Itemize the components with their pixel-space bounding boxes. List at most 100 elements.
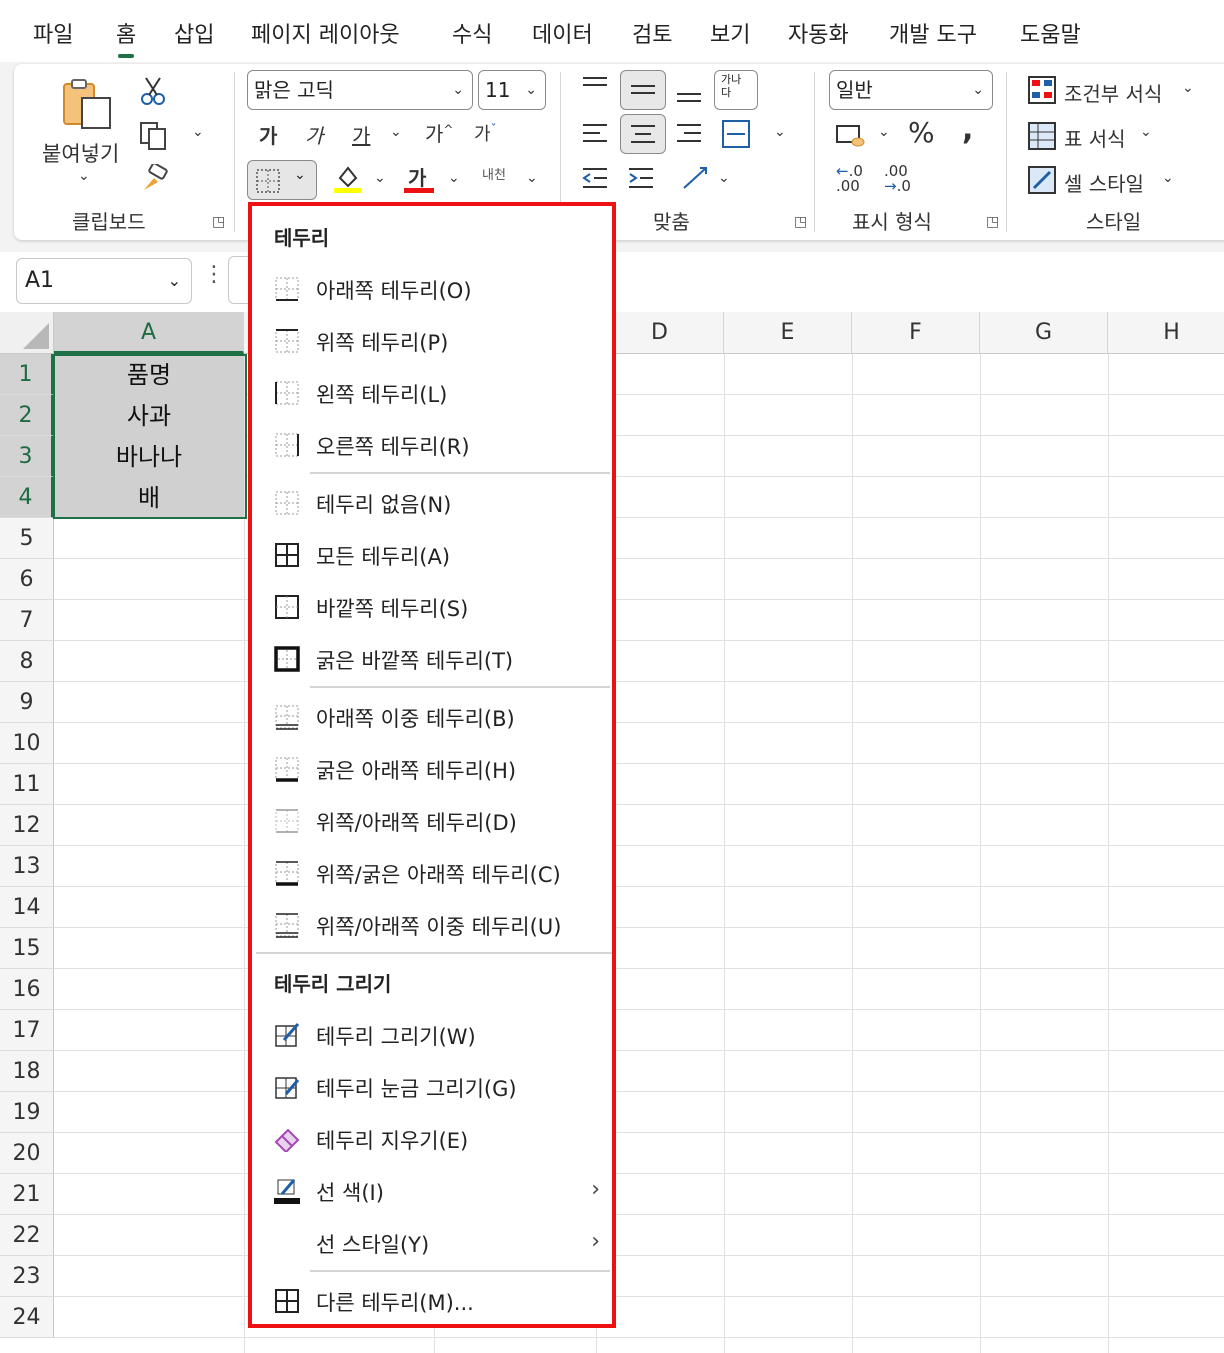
cell-styles-chevron-down-icon[interactable]: ⌄: [1162, 170, 1174, 186]
wrap-text-button[interactable]: 가나다: [714, 70, 758, 110]
underline-chevron-down-icon[interactable]: ⌄: [390, 124, 402, 140]
row-header[interactable]: 18: [0, 1051, 54, 1092]
format-as-table-button[interactable]: 표 서식: [1064, 123, 1126, 152]
column-header-g[interactable]: G: [980, 312, 1108, 354]
phonetic-guide-button[interactable]: 내천: [482, 164, 506, 183]
comma-style-button[interactable]: ,: [962, 112, 973, 147]
font-size-dropdown[interactable]: 11 ⌄: [478, 70, 546, 110]
row-header[interactable]: 5: [0, 518, 54, 559]
row-header[interactable]: 9: [0, 682, 54, 723]
row-header[interactable]: 23: [0, 1256, 54, 1297]
percent-style-button[interactable]: %: [908, 116, 935, 149]
menu-item-all-borders[interactable]: 모든 테두리(A): [252, 532, 612, 580]
cell-styles-icon[interactable]: [1028, 166, 1056, 198]
shrink-font-button[interactable]: 가ˇ: [474, 120, 497, 146]
conditional-formatting-icon[interactable]: [1028, 76, 1056, 108]
align-center-button[interactable]: [620, 114, 666, 154]
table-chevron-down-icon[interactable]: ⌄: [1140, 124, 1152, 140]
bold-button[interactable]: 가: [259, 120, 277, 149]
merge-chevron-down-icon[interactable]: ⌄: [774, 124, 786, 140]
menu-item-top-thick-bottom-border[interactable]: 위쪽/굵은 아래쪽 테두리(C): [252, 850, 612, 898]
font-color-chevron-down-icon[interactable]: ⌄: [448, 170, 460, 186]
align-middle-button[interactable]: [620, 70, 666, 110]
format-as-table-icon[interactable]: [1028, 122, 1056, 154]
menu-item-left-border[interactable]: 왼쪽 테두리(L): [252, 370, 612, 418]
tab-developer[interactable]: 개발 도구: [889, 20, 977, 52]
conditional-chevron-down-icon[interactable]: ⌄: [1182, 80, 1194, 96]
column-header-h[interactable]: H: [1108, 312, 1224, 354]
tab-automate[interactable]: 자동화: [788, 20, 849, 52]
tab-home[interactable]: 홈: [116, 20, 136, 58]
tab-page-layout[interactable]: 페이지 레이아웃: [251, 20, 400, 52]
merge-center-icon[interactable]: [722, 120, 750, 152]
align-top-icon[interactable]: [582, 76, 608, 100]
tab-file[interactable]: 파일: [33, 20, 73, 52]
menu-item-more-borders[interactable]: 다른 테두리(M)...: [252, 1278, 612, 1326]
menu-item-erase-border[interactable]: 테두리 지우기(E): [252, 1116, 612, 1164]
row-header[interactable]: 1: [0, 354, 54, 395]
row-header[interactable]: 17: [0, 1010, 54, 1051]
font-name-dropdown[interactable]: 맑은 고딕 ⌄: [247, 70, 473, 110]
select-all-button[interactable]: [0, 312, 54, 354]
conditional-formatting-button[interactable]: 조건부 서식: [1064, 78, 1162, 107]
row-header[interactable]: 4: [0, 477, 54, 518]
row-header[interactable]: 6: [0, 559, 54, 600]
grow-font-button[interactable]: 가^: [425, 118, 453, 147]
menu-item-line-style[interactable]: 선 스타일(Y) ›: [252, 1220, 612, 1268]
alignment-launcher-icon[interactable]: ◳: [794, 214, 807, 230]
paste-icon[interactable]: [60, 76, 116, 136]
menu-item-top-border[interactable]: 위쪽 테두리(P): [252, 318, 612, 366]
paste-chevron-down-icon[interactable]: ⌄: [78, 168, 90, 184]
menu-item-draw-border[interactable]: 테두리 그리기(W): [252, 1012, 612, 1060]
menu-item-right-border[interactable]: 오른쪽 테두리(R): [252, 422, 612, 470]
increase-indent-icon[interactable]: [628, 166, 654, 194]
fill-color-chevron-down-icon[interactable]: ⌄: [374, 170, 386, 186]
menu-item-thick-bottom-border[interactable]: 굵은 아래쪽 테두리(H): [252, 746, 612, 794]
row-header[interactable]: 21: [0, 1174, 54, 1215]
underline-button[interactable]: 가: [352, 120, 370, 149]
row-header[interactable]: 7: [0, 600, 54, 641]
borders-button[interactable]: ⌄: [247, 160, 317, 200]
align-left-icon[interactable]: [582, 122, 608, 150]
menu-item-bottom-border[interactable]: 아래쪽 테두리(O): [252, 266, 612, 314]
menu-item-thick-outside-borders[interactable]: 굵은 바깥쪽 테두리(T): [252, 636, 612, 684]
row-header[interactable]: 3: [0, 436, 54, 477]
clipboard-launcher-icon[interactable]: ◳: [212, 214, 225, 230]
tab-help[interactable]: 도움말: [1020, 20, 1081, 52]
fill-color-icon[interactable]: [334, 164, 362, 198]
cut-icon[interactable]: [140, 76, 166, 110]
row-header[interactable]: 2: [0, 395, 54, 436]
row-header[interactable]: 8: [0, 641, 54, 682]
orientation-icon[interactable]: [680, 164, 710, 196]
tab-insert[interactable]: 삽입: [174, 20, 214, 52]
menu-item-top-double-bottom-border[interactable]: 위쪽/아래쪽 이중 테두리(U): [252, 902, 612, 950]
column-header-f[interactable]: F: [852, 312, 980, 354]
row-header[interactable]: 22: [0, 1215, 54, 1256]
more-options-icon[interactable]: ⋮: [203, 262, 225, 287]
menu-item-draw-border-grid[interactable]: 테두리 눈금 그리기(G): [252, 1064, 612, 1112]
row-header[interactable]: 16: [0, 969, 54, 1010]
tab-formulas[interactable]: 수식: [452, 20, 492, 52]
copy-chevron-down-icon[interactable]: ⌄: [192, 124, 204, 140]
align-right-icon[interactable]: [676, 122, 702, 150]
align-bottom-icon[interactable]: [676, 84, 702, 108]
row-header[interactable]: 13: [0, 846, 54, 887]
row-header[interactable]: 12: [0, 805, 54, 846]
row-header[interactable]: 19: [0, 1092, 54, 1133]
menu-item-bottom-double-border[interactable]: 아래쪽 이중 테두리(B): [252, 694, 612, 742]
column-header-e[interactable]: E: [724, 312, 852, 354]
tab-data[interactable]: 데이터: [532, 20, 593, 52]
increase-decimal-icon[interactable]: ←.0.00: [836, 164, 863, 194]
row-header[interactable]: 24: [0, 1297, 54, 1338]
tab-review[interactable]: 검토: [632, 20, 672, 52]
phonetic-chevron-down-icon[interactable]: ⌄: [526, 170, 538, 186]
format-painter-icon[interactable]: [140, 162, 170, 198]
paste-label[interactable]: 붙여넣기: [42, 138, 119, 168]
decrease-indent-icon[interactable]: [582, 166, 608, 194]
number-launcher-icon[interactable]: ◳: [986, 214, 999, 230]
orientation-chevron-down-icon[interactable]: ⌄: [718, 170, 730, 186]
menu-item-outside-borders[interactable]: 바깥쪽 테두리(S): [252, 584, 612, 632]
row-header[interactable]: 20: [0, 1133, 54, 1174]
menu-item-top-bottom-border[interactable]: 위쪽/아래쪽 테두리(D): [252, 798, 612, 846]
italic-button[interactable]: 가: [305, 120, 323, 149]
